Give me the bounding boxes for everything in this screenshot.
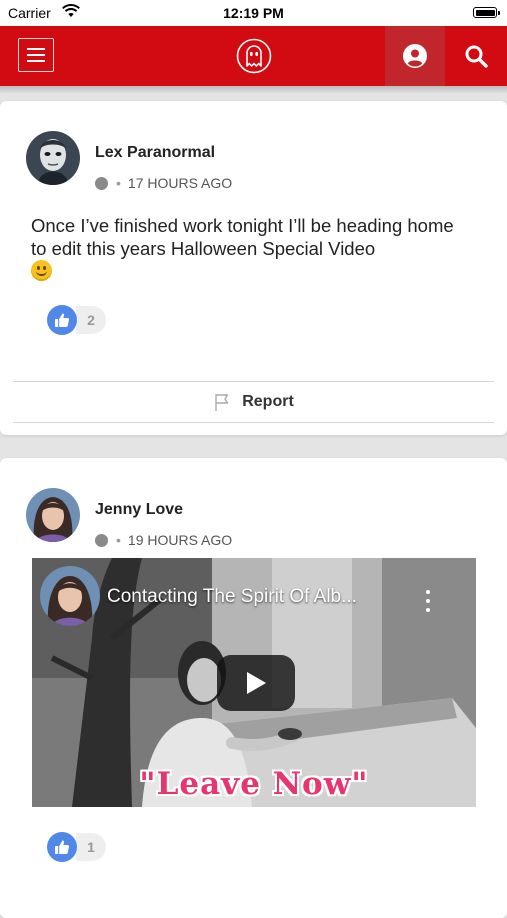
status-bar: Carrier 12:19 PM	[0, 0, 507, 26]
like-button[interactable]	[47, 305, 77, 335]
channel-avatar-image	[40, 566, 100, 626]
report-label: Report	[242, 393, 294, 410]
nav-shadow	[0, 86, 507, 94]
author-avatar[interactable]	[26, 488, 80, 542]
post-body: Once I’ve finished work tonight I’ll be …	[31, 214, 471, 283]
thumbs-up-icon	[55, 313, 70, 327]
woman-avatar-image	[26, 488, 80, 542]
like-count[interactable]: 2	[76, 306, 106, 334]
masked-face-avatar-image	[26, 131, 80, 185]
post-card: Jenny Love • 19 HOURS AGO Contacting The…	[0, 458, 507, 918]
flag-icon	[215, 394, 229, 411]
battery-icon	[473, 7, 500, 18]
post-card: Lex Paranormal • 17 HOURS AGO Once I’ve …	[0, 101, 507, 435]
menu-icon	[27, 48, 45, 50]
divider	[13, 422, 494, 423]
smiley-emoji-icon	[31, 260, 52, 281]
divider	[13, 381, 494, 382]
globe-icon	[95, 176, 108, 190]
like-count[interactable]: 1	[76, 833, 106, 861]
post-text: Once I’ve finished work tonight I’ll be …	[31, 215, 454, 259]
menu-button[interactable]	[18, 38, 54, 72]
post-meta: • 17 HOURS AGO	[95, 175, 232, 191]
play-icon	[247, 672, 266, 694]
post-time: 17 HOURS AGO	[127, 175, 233, 191]
like-button[interactable]	[47, 832, 77, 862]
play-button[interactable]	[217, 655, 295, 711]
top-nav-bar	[0, 26, 507, 86]
globe-icon	[95, 533, 108, 547]
post-meta: • 19 HOURS AGO	[95, 532, 232, 548]
more-options-icon[interactable]	[422, 590, 434, 612]
video-title[interactable]: Contacting The Spirit Of Alb...	[107, 586, 357, 608]
author-name[interactable]: Jenny Love	[95, 501, 183, 519]
video-caption: "Leave Now"	[139, 766, 369, 802]
video-embed[interactable]: Contacting The Spirit Of Alb... "Leave N…	[32, 558, 476, 807]
channel-avatar[interactable]	[40, 566, 100, 626]
clock: 12:19 PM	[223, 5, 284, 21]
user-profile-icon	[403, 44, 427, 68]
search-button[interactable]	[445, 26, 507, 86]
search-icon	[465, 45, 488, 68]
thumbs-up-icon	[55, 840, 70, 854]
ghost-logo-icon[interactable]	[236, 38, 272, 74]
author-avatar[interactable]	[26, 131, 80, 185]
author-name[interactable]: Lex Paranormal	[95, 144, 215, 162]
report-button[interactable]: Report	[0, 383, 507, 421]
post-time: 19 HOURS AGO	[127, 532, 233, 548]
profile-button[interactable]	[385, 26, 445, 86]
